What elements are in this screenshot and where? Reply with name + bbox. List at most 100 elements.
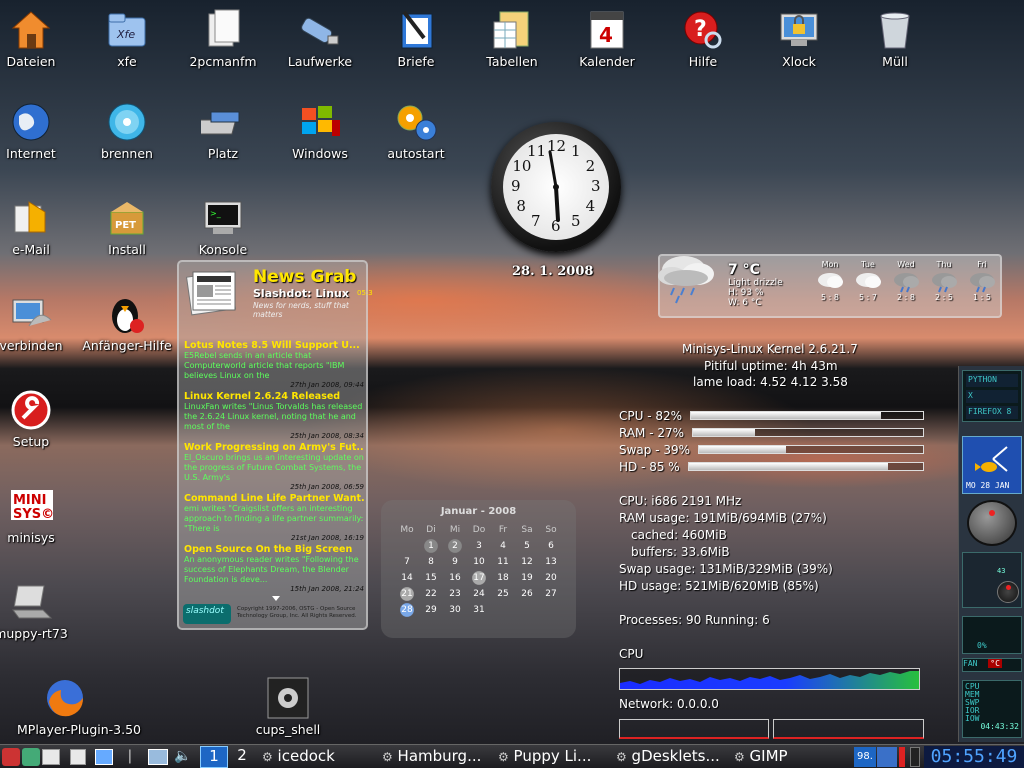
globe-icon[interactable]	[9, 100, 53, 144]
calendar-day[interactable]: 10	[467, 554, 491, 570]
usb-drive-icon[interactable]	[298, 8, 342, 52]
home-folder-icon[interactable]	[9, 8, 53, 52]
terminal-icon[interactable]: >_	[201, 196, 245, 240]
calendar-day[interactable]: 28	[395, 602, 419, 618]
desktop-icon-xlock[interactable]: Xlock	[751, 8, 847, 69]
email-icon[interactable]	[9, 196, 53, 240]
calendar-day[interactable]: 5	[515, 538, 539, 554]
calendar-day[interactable]: 17	[467, 570, 491, 586]
taskbar-task[interactable]: ⚙ icedock	[262, 747, 335, 765]
desktop-icon-label[interactable]: Platz	[175, 146, 271, 161]
desktop-icon-label[interactable]: Konsole	[175, 242, 271, 257]
calendar-day[interactable]: 31	[467, 602, 491, 618]
calendar-day[interactable]: 18	[491, 570, 515, 586]
speaker-icon[interactable]: 🔈	[174, 748, 191, 764]
calendar-day[interactable]: 16	[443, 570, 467, 586]
desktop-icon-label[interactable]: Kalender	[559, 54, 655, 69]
calendar-icon[interactable]: 4	[585, 8, 629, 52]
news-item[interactable]: Open Source On the Big Screen An anonymou…	[184, 544, 364, 593]
news-item[interactable]: Command Line Life Partner Want... emi wri…	[184, 493, 364, 542]
desktop-icon-windows[interactable]: Windows	[272, 100, 368, 161]
calendar-day[interactable]: 1	[419, 538, 443, 554]
news-item-title[interactable]: Command Line Life Partner Want...	[184, 493, 364, 504]
calendar-day[interactable]: 6	[539, 538, 563, 554]
news-item[interactable]: Linux Kernel 2.6.24 Released LinuxFan wri…	[184, 391, 364, 440]
calendar-day[interactable]: 25	[491, 586, 515, 602]
trash-icon[interactable]	[873, 8, 917, 52]
dock-python[interactable]: PYTHON	[966, 374, 1018, 387]
desktop-icon-label[interactable]: Tabellen	[464, 54, 560, 69]
scroll-down-arrow-icon[interactable]	[272, 596, 280, 601]
desktop-icon-kalender[interactable]: 4 Kalender	[559, 8, 655, 69]
news-item-title[interactable]: Open Source On the Big Screen	[184, 544, 364, 555]
calendar-day[interactable]: 2	[443, 538, 467, 554]
taskbar-clock[interactable]: 05:55:49	[924, 746, 1024, 768]
taskbar-task[interactable]: ⚙ Hamburg...	[382, 747, 481, 765]
calendar-day[interactable]: 29	[419, 602, 443, 618]
desktop-icon-label[interactable]: MPlayer-Plugin-3.50	[17, 722, 141, 737]
desktop-icon-label[interactable]: xfe	[79, 54, 175, 69]
desktop-icon-setup[interactable]: Setup	[0, 388, 79, 449]
dock-x-icon[interactable]: X	[966, 390, 1018, 403]
laptop-icon[interactable]	[9, 580, 53, 624]
calendar-day[interactable]: 15	[419, 570, 443, 586]
desktop-icon-laufwerke[interactable]: Laufwerke	[272, 8, 368, 69]
desktop-icon-label[interactable]: Dateien	[0, 54, 79, 69]
setup-wrench-icon[interactable]	[9, 388, 53, 432]
firefox-icon[interactable]	[43, 676, 87, 720]
taskbar-task[interactable]: ⚙ Puppy Li...	[498, 747, 591, 765]
calendar-day[interactable]: 22	[419, 586, 443, 602]
windows-logo-icon[interactable]	[298, 100, 342, 144]
desktop-icon-label[interactable]: Hilfe	[655, 54, 751, 69]
desktop-icon-brennen[interactable]: brennen	[79, 100, 175, 161]
calendar-day[interactable]: 4	[491, 538, 515, 554]
desktop-icon-label[interactable]: brennen	[79, 146, 175, 161]
desktop-icon-xfe[interactable]: Xfe xfe	[79, 8, 175, 69]
desktop-icon-label[interactable]: Xlock	[751, 54, 847, 69]
start-menu-icon[interactable]	[2, 748, 20, 766]
desktop-icon-tabellen[interactable]: Tabellen	[464, 8, 560, 69]
desktop-icon-label[interactable]: cups_shell	[240, 722, 336, 737]
calendar-day[interactable]: 23	[443, 586, 467, 602]
desktop-icon-label[interactable]: verbinden	[0, 338, 79, 353]
taskbar-task-label[interactable]: gDesklets...	[632, 747, 720, 765]
desktop-icon-internet[interactable]: Internet	[0, 100, 79, 161]
desktop-icon-label[interactable]: Anfänger-Hilfe	[79, 338, 175, 353]
tray-volume-icon[interactable]	[910, 747, 920, 767]
network-connect-icon[interactable]	[9, 292, 53, 336]
printer-gear-icon[interactable]	[266, 676, 310, 720]
calendar-day[interactable]: 21	[395, 586, 419, 602]
desktop-icon-e-mail[interactable]: e-Mail	[0, 196, 79, 257]
volume-knob-icon[interactable]	[967, 500, 1017, 546]
calendar-day[interactable]: 8	[419, 554, 443, 570]
desktop-icon-verbinden[interactable]: verbinden	[0, 292, 79, 353]
disk-space-icon[interactable]	[201, 100, 245, 144]
calendar-day[interactable]: 20	[539, 570, 563, 586]
calendar-day[interactable]: 11	[491, 554, 515, 570]
monitor-icon[interactable]	[95, 749, 113, 765]
disc-burn-icon[interactable]	[105, 100, 149, 144]
calendar-day[interactable]: 3	[467, 538, 491, 554]
calendar-day[interactable]: 14	[395, 570, 419, 586]
terminal-launch-icon[interactable]	[70, 749, 86, 765]
show-desktop-icon[interactable]	[22, 748, 40, 766]
news-item-title[interactable]: Linux Kernel 2.6.24 Released	[184, 391, 364, 402]
taskbar-task[interactable]: ⚙ gDesklets...	[616, 747, 720, 765]
desktop-icon-label[interactable]: autostart	[368, 146, 464, 161]
xfe-folder-icon[interactable]: Xfe	[105, 8, 149, 52]
lock-screen-icon[interactable]	[777, 8, 821, 52]
desktop-icon-cups-shell[interactable]: cups_shell	[240, 676, 336, 737]
pin-icon[interactable]: ❘	[124, 748, 136, 766]
desktop-icon-2pcmanfm[interactable]: 2pcmanfm	[175, 8, 271, 69]
file-manager-icon[interactable]	[42, 749, 60, 765]
news-item[interactable]: Work Progressing on Army's Fut... El_Oscu…	[184, 442, 364, 491]
taskbar-task-label[interactable]: Hamburg...	[398, 747, 482, 765]
calendar-day[interactable]: 30	[443, 602, 467, 618]
desktop-icon-briefe[interactable]: Briefe	[368, 8, 464, 69]
mixer-dial-icon[interactable]	[997, 581, 1019, 603]
documents-icon[interactable]	[201, 8, 245, 52]
desktop-icon-label[interactable]: Müll	[847, 54, 943, 69]
news-item[interactable]: Lotus Notes 8.5 Will Support U... E5Rebel…	[184, 340, 364, 389]
gears-icon[interactable]	[394, 100, 438, 144]
package-icon[interactable]: PET	[105, 196, 149, 240]
